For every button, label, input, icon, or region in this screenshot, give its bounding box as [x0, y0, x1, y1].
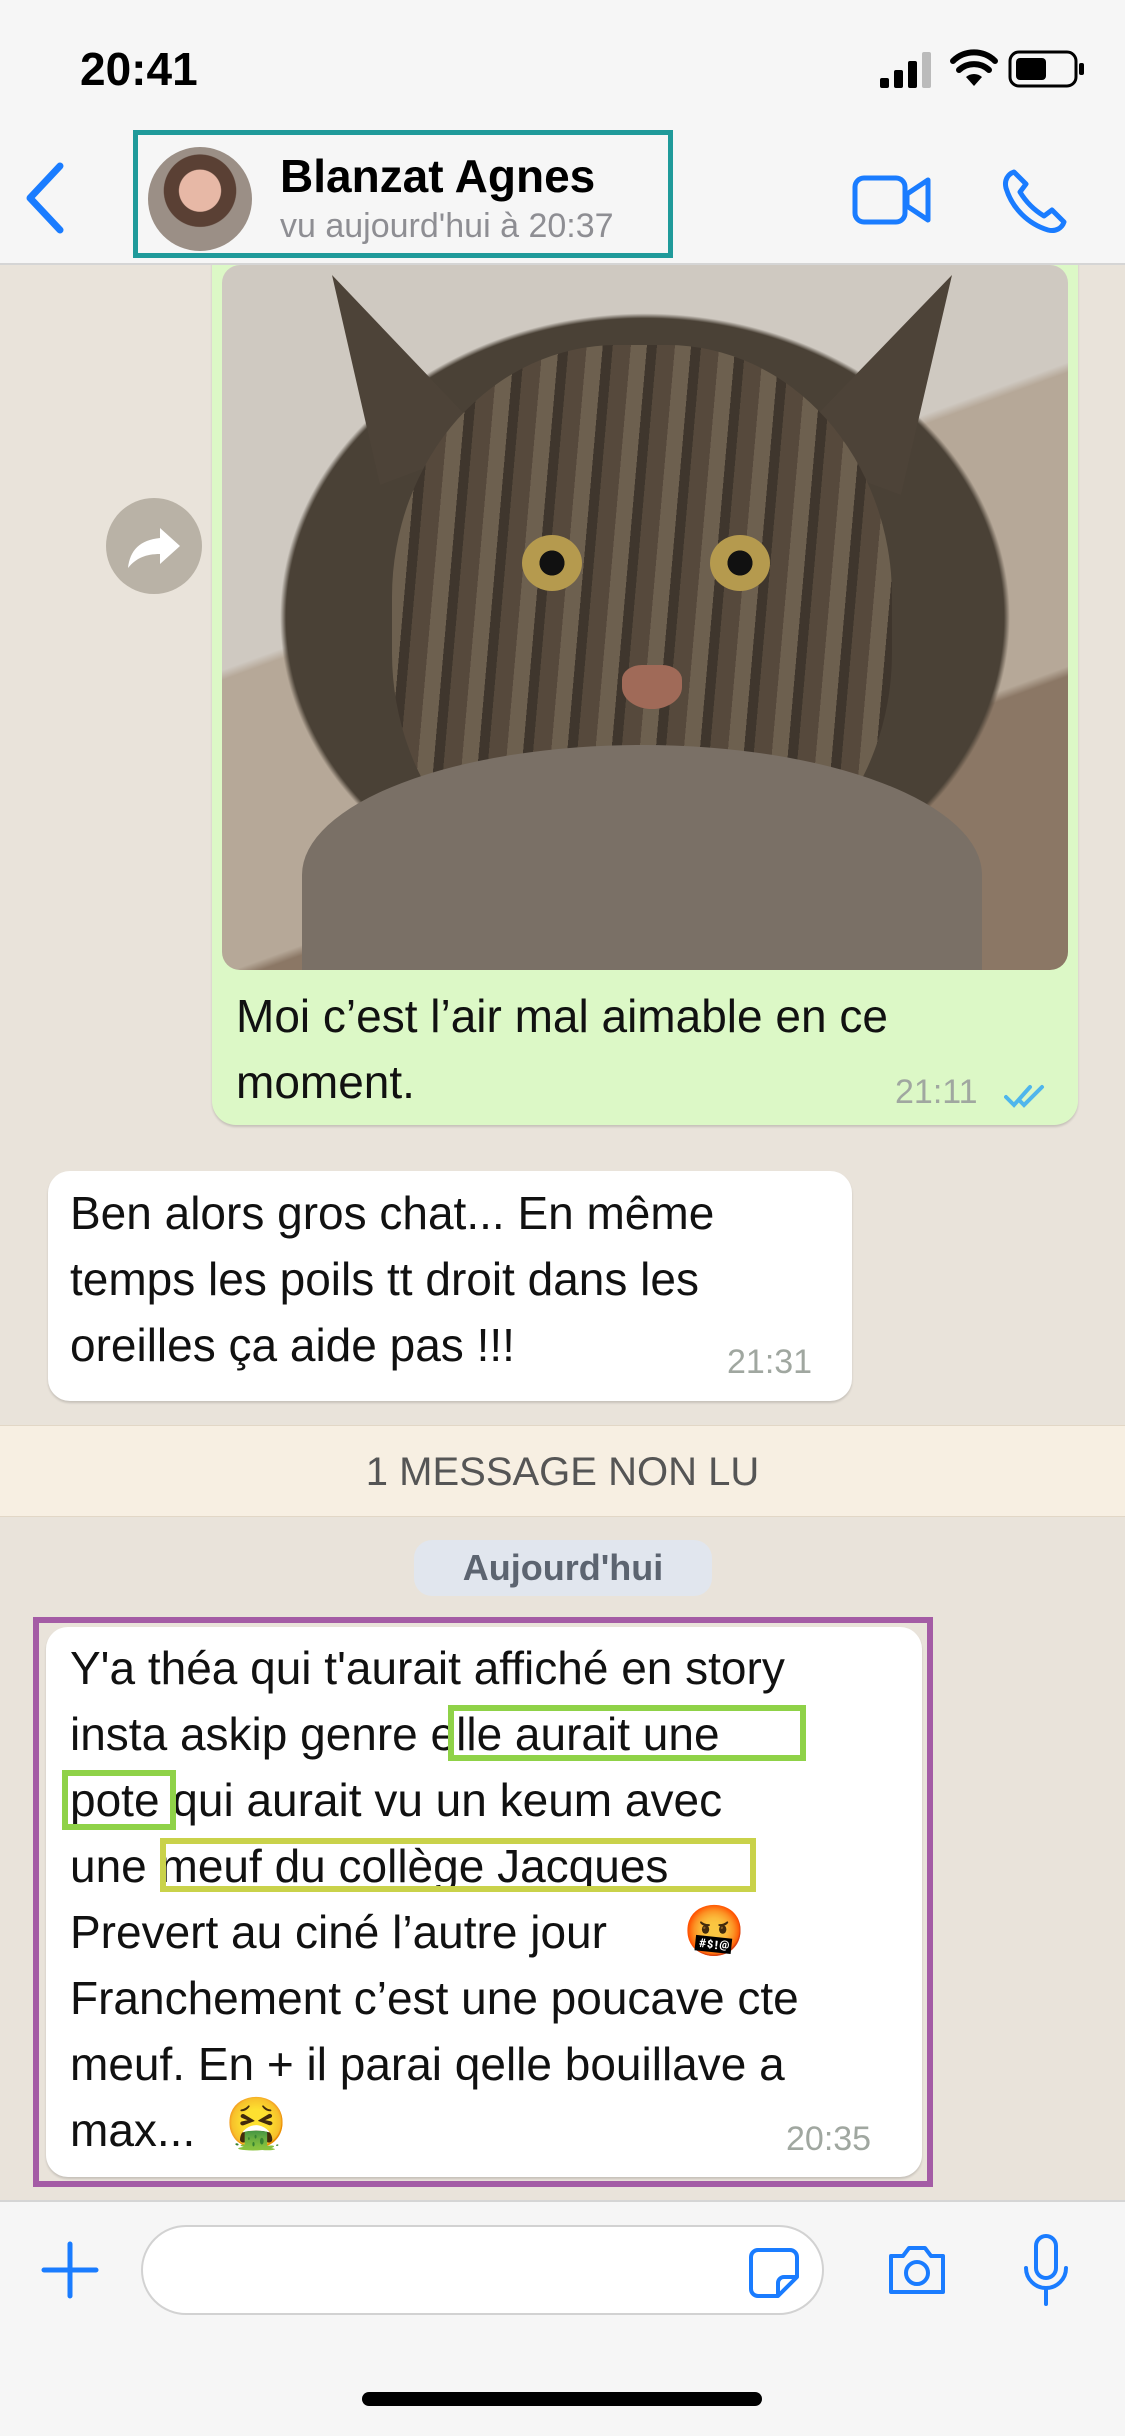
- highlight-green: [62, 1770, 176, 1830]
- highlight-yellow: [160, 1838, 756, 1892]
- message-input[interactable]: [141, 2225, 824, 2315]
- sticker-icon[interactable]: [748, 2247, 800, 2299]
- status-time: 20:41: [80, 43, 198, 95]
- unread-banner: 1 MESSAGE NON LU: [0, 1425, 1125, 1517]
- angry-emoji: 🤬: [683, 1903, 746, 1959]
- contact-name: Blanzat Agnes: [280, 150, 596, 202]
- avatar[interactable]: [148, 147, 252, 251]
- plus-icon[interactable]: [40, 2240, 100, 2300]
- read-receipt-icon: [1004, 1085, 1044, 1108]
- message-text: Ben alors gros chat... En même temps les…: [70, 1187, 715, 1371]
- back-chevron-icon[interactable]: [20, 160, 70, 236]
- message-time: 21:31: [727, 1343, 813, 1381]
- video-call-icon[interactable]: [852, 172, 932, 228]
- last-seen-status: vu aujourd'hui à 20:37: [280, 207, 614, 245]
- chat-area[interactable]: Moi c’est l’air mal aimable en ce moment…: [0, 265, 1125, 2200]
- cat-photo[interactable]: [222, 265, 1068, 970]
- message-input-bar: [0, 2200, 1125, 2436]
- vomiting-emoji: 🤮: [225, 2095, 288, 2151]
- chat-header: Blanzat Agnes vu aujourd'hui à 20:37: [0, 130, 1125, 265]
- date-chip: Aujourd'hui: [414, 1540, 712, 1596]
- forward-button[interactable]: [106, 498, 202, 594]
- contact-info[interactable]: Blanzat Agnes vu aujourd'hui à 20:37: [133, 130, 673, 258]
- phone-call-icon[interactable]: [1000, 168, 1070, 234]
- status-bar: 20:41: [0, 0, 1125, 130]
- highlight-green: [448, 1705, 806, 1761]
- message-text: Moi c’est l’air mal aimable en ce moment…: [236, 990, 888, 1108]
- microphone-icon[interactable]: [1020, 2232, 1072, 2308]
- wifi-icon: [950, 49, 998, 86]
- home-indicator[interactable]: [362, 2392, 762, 2406]
- message-time: 20:35: [786, 2120, 872, 2158]
- camera-icon[interactable]: [885, 2238, 949, 2302]
- forward-icon: [128, 528, 180, 568]
- cellular-signal-icon: [880, 52, 931, 88]
- battery-icon: [1008, 50, 1084, 88]
- message-time: 21:11: [895, 1073, 978, 1111]
